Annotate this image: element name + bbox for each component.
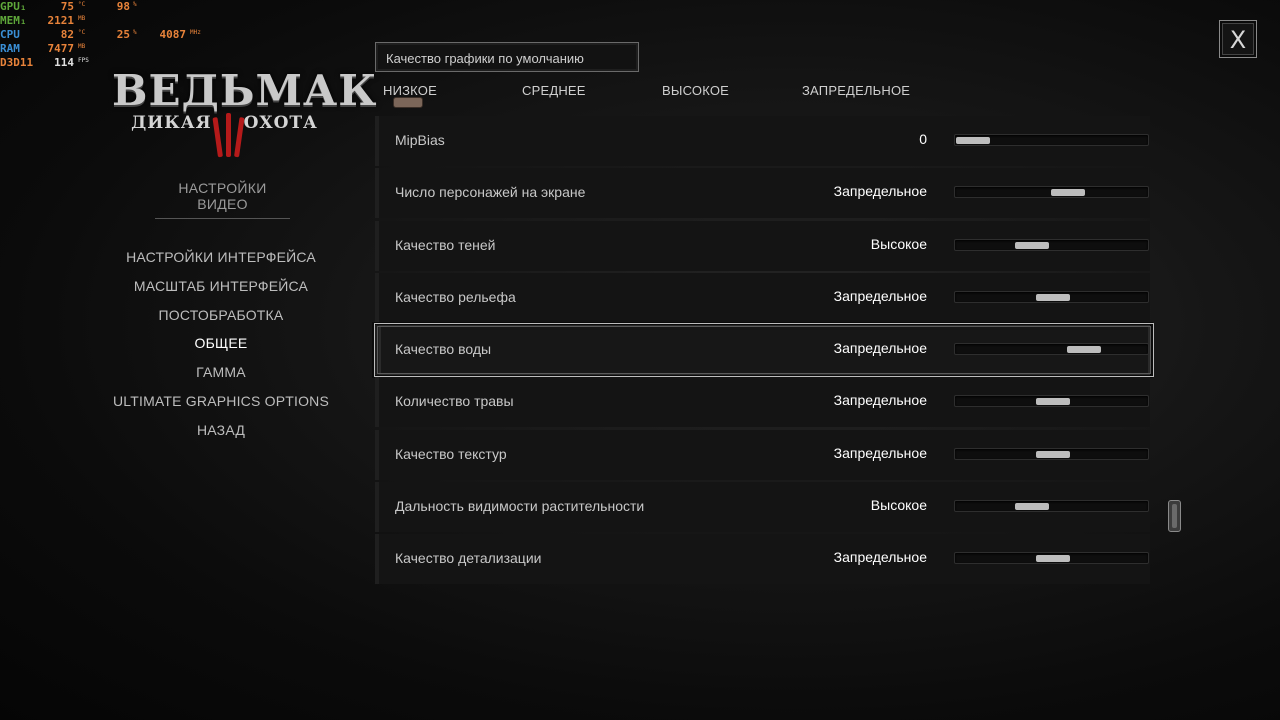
setting-row[interactable]: Дальность видимости растительности Высоко… bbox=[375, 482, 1150, 533]
slider-thumb[interactable] bbox=[1035, 555, 1070, 563]
setting-slider[interactable] bbox=[954, 343, 1149, 356]
overlay-label: GPU₁ bbox=[0, 0, 27, 13]
quality-tab[interactable]: ЗАПРЕДЕЛЬНОЕ bbox=[802, 83, 910, 98]
overlay-v1: 75 bbox=[60, 0, 74, 13]
menu-item[interactable]: ULTIMATE GRAPHICS OPTIONS bbox=[110, 392, 332, 421]
setting-value: Высокое bbox=[870, 497, 927, 514]
setting-slider[interactable] bbox=[954, 552, 1149, 565]
menu-title: НАСТРОЙКИ ВИДЕО bbox=[155, 180, 290, 219]
slider-thumb[interactable] bbox=[1014, 241, 1049, 249]
setting-slider[interactable] bbox=[954, 134, 1149, 146]
setting-value: Высокое bbox=[870, 235, 927, 252]
slider-thumb[interactable] bbox=[956, 137, 990, 144]
menu-item[interactable]: ПОСТОБРАБОТКА bbox=[110, 306, 332, 335]
overlay-v2: 98 bbox=[116, 0, 130, 13]
setting-row[interactable]: Качество теней Высокое bbox=[375, 220, 1150, 271]
setting-slider[interactable] bbox=[954, 186, 1149, 199]
setting-label: Качество рельефа bbox=[395, 288, 516, 305]
setting-value: Запредельное bbox=[833, 444, 927, 461]
quality-tab[interactable]: НИЗКОЕ bbox=[383, 83, 437, 98]
setting-label: Количество травы bbox=[395, 393, 514, 410]
overlay-row: GPU₁ 75 °C 98% bbox=[0, 0, 220, 14]
close-button[interactable]: X bbox=[1219, 20, 1257, 58]
overlay-u1: °C bbox=[78, 29, 86, 36]
overlay-u1: °C bbox=[78, 1, 86, 8]
setting-label: Качество теней bbox=[395, 236, 496, 253]
preset-label: Качество графики по умолчанию bbox=[386, 51, 584, 66]
setting-label: Качество детализации bbox=[395, 550, 542, 567]
overlay-row: CPU 82 °C 25% 4087 MHz bbox=[0, 28, 220, 42]
setting-value: Запредельное bbox=[833, 183, 927, 200]
claw-mark-icon bbox=[212, 113, 245, 158]
overlay-label: D3D11 bbox=[0, 56, 34, 69]
setting-slider[interactable] bbox=[954, 290, 1149, 303]
quality-preset-tabs: НИЗКОЕ СРЕДНЕЕ ВЫСОКОЕ ЗАПРЕДЕЛЬНОЕ bbox=[375, 83, 910, 103]
setting-row[interactable]: Качество воды Запредельное bbox=[374, 323, 1154, 378]
setting-label: Качество воды bbox=[395, 341, 492, 358]
setting-slider[interactable] bbox=[954, 238, 1149, 251]
setting-slider[interactable] bbox=[954, 395, 1149, 408]
setting-slider[interactable] bbox=[954, 500, 1149, 513]
setting-row[interactable]: MipBias 0 bbox=[375, 116, 1150, 166]
menu-item[interactable]: НАСТРОЙКИ ИНТЕРФЕЙСА bbox=[110, 248, 332, 277]
scrollbar-thumb[interactable] bbox=[1168, 500, 1181, 532]
overlay-label: CPU bbox=[0, 28, 20, 41]
close-icon: X bbox=[1229, 26, 1247, 54]
preset-slider-knob[interactable] bbox=[393, 97, 423, 108]
overlay-v1: 82 bbox=[60, 28, 74, 41]
setting-row[interactable]: Число персонажей на экране Запредельное bbox=[375, 168, 1150, 219]
menu-item[interactable]: ГАММА bbox=[110, 363, 332, 392]
overlay-u1: MB bbox=[78, 15, 86, 22]
overlay-v2: 25 bbox=[116, 28, 130, 41]
logo-subtitle-right: ОХОТА bbox=[243, 113, 318, 133]
overlay-u3: MHz bbox=[190, 29, 201, 36]
overlay-u1: FPS bbox=[78, 57, 89, 64]
overlay-u2: % bbox=[133, 29, 137, 36]
setting-row[interactable]: Качество рельефа Запредельное bbox=[375, 272, 1150, 323]
setting-row[interactable]: Качество текстур Запредельное bbox=[375, 429, 1150, 480]
logo-subtitle: ДИКАЯ ОХОТА bbox=[112, 113, 337, 158]
slider-thumb[interactable] bbox=[1014, 503, 1049, 511]
overlay-u1: MB bbox=[78, 43, 86, 50]
slider-thumb[interactable] bbox=[1051, 189, 1086, 197]
settings-list: MipBias 0 Число персонажей на экране Запред… bbox=[374, 116, 1154, 587]
setting-label: MipBias bbox=[395, 132, 445, 148]
setting-label: Дальность видимости растительности bbox=[395, 498, 645, 515]
overlay-v1: 7477 bbox=[47, 42, 75, 55]
performance-overlay: GPU₁ 75 °C 98% MEM₁ 2121 MB CPU 82 °C 25% 4087 MHz RA… bbox=[0, 0, 220, 70]
menu-item[interactable]: ОБЩЕЕ bbox=[110, 334, 332, 363]
quality-tab[interactable]: ВЫСОКОЕ bbox=[662, 83, 729, 98]
menu-item[interactable]: НАЗАД bbox=[110, 421, 332, 450]
overlay-row: MEM₁ 2121 MB bbox=[0, 14, 220, 28]
menu-item[interactable]: МАСШТАБ ИНТЕРФЕЙСА bbox=[110, 277, 332, 306]
setting-value: Запредельное bbox=[833, 287, 927, 304]
settings-menu: НАСТРОЙКИ ИНТЕРФЕЙСА МАСШТАБ ИНТЕРФЕЙСА ПО… bbox=[110, 248, 332, 450]
overlay-label: MEM₁ bbox=[0, 14, 27, 27]
logo-subtitle-left: ДИКАЯ bbox=[131, 113, 212, 133]
overlay-v1: 2121 bbox=[47, 14, 75, 27]
overlay-row: RAM 7477 MB bbox=[0, 42, 220, 56]
slider-thumb[interactable] bbox=[1035, 293, 1070, 301]
setting-value: Запредельное bbox=[833, 340, 927, 357]
overlay-u2: % bbox=[133, 1, 137, 8]
slider-thumb[interactable] bbox=[1035, 398, 1070, 406]
overlay-v3: 4087 bbox=[159, 28, 187, 41]
setting-label: Число персонажей на экране bbox=[395, 184, 586, 201]
quality-tab[interactable]: СРЕДНЕЕ bbox=[522, 83, 586, 98]
slider-thumb[interactable] bbox=[1035, 450, 1070, 458]
setting-row[interactable]: Количество травы Запредельное bbox=[375, 377, 1150, 428]
graphics-preset-dropdown[interactable]: Качество графики по умолчанию bbox=[375, 42, 639, 72]
overlay-label: RAM bbox=[0, 42, 20, 55]
setting-slider[interactable] bbox=[954, 447, 1149, 460]
setting-value: Запредельное bbox=[833, 392, 927, 409]
setting-label: Качество текстур bbox=[395, 445, 507, 462]
overlay-v1: 114 bbox=[54, 56, 74, 69]
logo-title: ВЕДЬМАК bbox=[112, 66, 378, 115]
setting-value: Запредельное bbox=[833, 549, 927, 566]
setting-value: 0 bbox=[919, 131, 927, 147]
setting-row[interactable]: Качество детализации Запредельное bbox=[375, 534, 1150, 585]
slider-thumb[interactable] bbox=[1067, 346, 1102, 354]
game-logo: ВЕДЬМАК ДИКАЯ ОХОТА bbox=[112, 66, 378, 158]
